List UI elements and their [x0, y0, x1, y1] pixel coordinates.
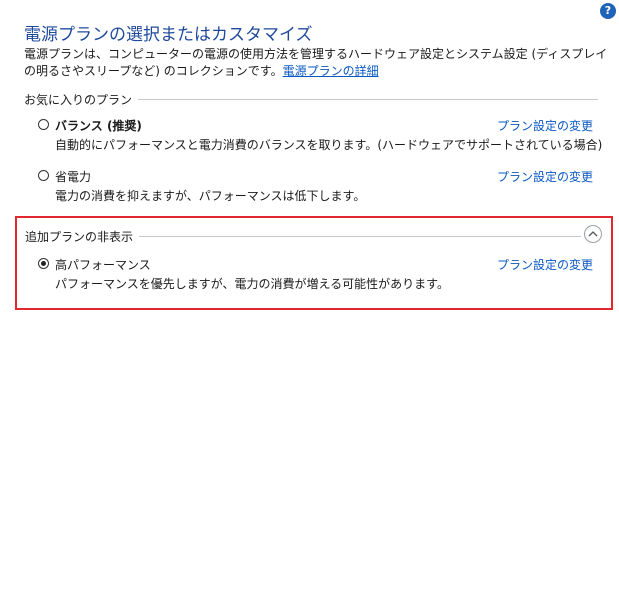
plan-high-performance-settings-link[interactable]: プラン設定の変更 — [497, 256, 593, 273]
help-icon[interactable]: ? — [600, 3, 616, 19]
page-description: 電源プランは、コンピューターの電源の使用方法を管理するハードウェア設定とシステム… — [24, 46, 609, 80]
plan-high-performance-name[interactable]: 高パフォーマンス — [55, 256, 151, 273]
plan-balanced-name[interactable]: バランス (推奨) — [55, 117, 142, 134]
plan-high-performance-radio[interactable] — [38, 258, 49, 269]
plan-power-saver-description: 電力の消費を抑えますが、パフォーマンスは低下します。 — [55, 189, 366, 203]
chevron-up-icon[interactable] — [584, 225, 602, 243]
favorites-heading: お気に入りのプラン — [24, 91, 139, 108]
hidden-plans-section-header[interactable]: 追加プランの非表示 — [25, 228, 581, 245]
plan-power-saver-name[interactable]: 省電力 — [55, 168, 91, 185]
plan-high-performance-description: パフォーマンスを優先しますが、電力の消費が増える可能性があります。 — [55, 277, 449, 291]
hidden-plans-heading[interactable]: 追加プランの非表示 — [25, 228, 140, 245]
plan-balanced-radio[interactable] — [38, 119, 49, 130]
plan-power-saver-radio[interactable] — [38, 170, 49, 181]
plan-balanced-settings-link[interactable]: プラン設定の変更 — [497, 117, 593, 134]
power-plan-details-link[interactable]: 電源プランの詳細 — [283, 64, 379, 78]
plan-balanced-description: 自動的にパフォーマンスと電力消費のバランスを取ります。(ハードウェアでサポートさ… — [55, 138, 603, 152]
page-title: 電源プランの選択またはカスタマイズ — [24, 25, 313, 45]
favorites-section-header: お気に入りのプラン — [24, 91, 598, 108]
plan-power-saver-settings-link[interactable]: プラン設定の変更 — [497, 168, 593, 185]
